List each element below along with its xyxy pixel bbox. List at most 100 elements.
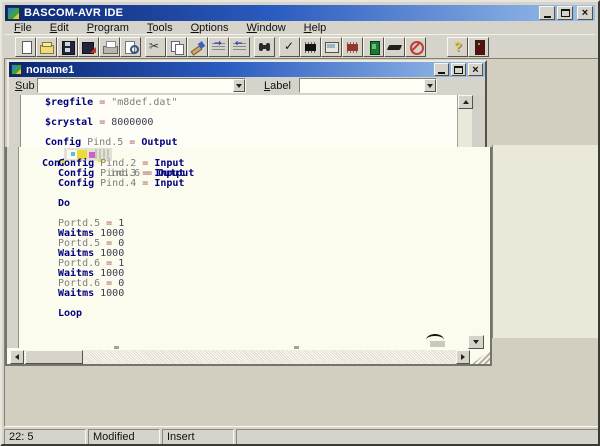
indent-icon	[211, 40, 226, 54]
code-region-a: $regfile = "m8def.dat" $crystal = 800000…	[45, 98, 177, 148]
menu-item-edit[interactable]: Edit	[41, 22, 78, 34]
sub-combobox[interactable]	[37, 78, 246, 93]
code-region-b: Config Pind.2 = InputConfig Pind.3 = Inp…	[58, 159, 184, 319]
label-combobox[interactable]	[299, 78, 437, 93]
hardware-button[interactable]	[384, 37, 405, 57]
lcd-button[interactable]	[363, 37, 384, 57]
resize-grip[interactable]	[472, 350, 490, 364]
code-line: Do	[58, 199, 184, 209]
hardware-icon	[387, 40, 402, 54]
find-button[interactable]	[254, 37, 275, 57]
paint-speck	[114, 346, 119, 349]
new-file-icon	[18, 40, 33, 54]
syntax-check-button[interactable]	[279, 37, 300, 57]
repaint-trail-background	[492, 145, 600, 338]
close-icon: ×	[582, 8, 588, 18]
mdi-area: noname1 × Sub Label	[4, 58, 600, 427]
status-insert-mode: Insert	[162, 429, 234, 445]
indent-button[interactable]	[208, 37, 229, 57]
label-dropdown-button[interactable]	[424, 79, 436, 92]
editor-close-button[interactable]: ×	[468, 63, 483, 76]
print-preview-button[interactable]	[120, 37, 141, 57]
triangle-right-icon	[461, 354, 468, 360]
save-button[interactable]	[57, 37, 78, 57]
help-button[interactable]	[447, 37, 468, 57]
close-button[interactable]: ×	[577, 6, 593, 20]
window-title: BASCOM-AVR IDE	[24, 7, 539, 19]
syntax-check-icon	[282, 40, 297, 54]
save-all-icon	[81, 40, 96, 54]
toolbar-group	[145, 37, 250, 57]
paint-speck	[294, 346, 299, 349]
horizontal-scroll-thumb[interactable]	[25, 350, 83, 364]
editor-minimize-button[interactable]	[434, 63, 449, 76]
copy-icon	[169, 40, 184, 54]
simulate-button[interactable]	[321, 37, 342, 57]
program-chip-icon	[345, 40, 360, 54]
editor-maximize-button[interactable]	[451, 63, 466, 76]
label-label: Label	[264, 80, 291, 92]
unindent-button[interactable]	[229, 37, 250, 57]
compile-chip-icon	[303, 40, 318, 54]
scroll-right-button[interactable]	[456, 350, 470, 364]
unindent-icon	[232, 40, 247, 54]
open-folder-icon	[39, 40, 54, 54]
toolbar-group	[254, 37, 275, 57]
minimize-button[interactable]	[539, 6, 555, 20]
menu-item-file[interactable]: File	[5, 22, 41, 34]
toolbar	[5, 34, 595, 58]
save-icon	[60, 40, 75, 54]
smudge-artifact	[426, 334, 444, 340]
print-preview-icon	[123, 40, 138, 54]
editor-window-controls: ×	[434, 63, 483, 76]
editor-window-title: noname1	[26, 64, 434, 76]
triangle-left-icon	[12, 354, 19, 360]
code-line: Config Pind.4 = Input	[58, 179, 184, 189]
find-icon	[257, 40, 272, 54]
horizontal-scrollbar[interactable]	[10, 350, 470, 364]
maximize-icon	[561, 9, 570, 17]
code-line: $crystal = 8000000	[45, 118, 177, 128]
menu-item-options[interactable]: Options	[182, 22, 238, 34]
stop-icon	[408, 40, 423, 54]
title-bar: BASCOM-AVR IDE ×	[5, 5, 595, 21]
minimize-icon	[438, 72, 445, 74]
minimize-icon	[544, 16, 551, 18]
paste-brush-icon	[190, 40, 205, 54]
menu-item-window[interactable]: Window	[238, 22, 295, 34]
label-combobox-value	[300, 79, 436, 81]
triangle-up-icon	[463, 97, 469, 104]
sub-dropdown-button[interactable]	[233, 79, 245, 92]
close-icon: ×	[472, 65, 478, 75]
maximize-icon	[454, 66, 463, 74]
simulate-icon	[324, 40, 339, 54]
menu-item-program[interactable]: Program	[78, 22, 138, 34]
new-file-button[interactable]	[15, 37, 36, 57]
chevron-down-icon	[236, 84, 242, 91]
maximize-button[interactable]	[557, 6, 573, 20]
scroll-up-button[interactable]	[458, 95, 473, 109]
toolbar-group	[15, 37, 141, 57]
open-folder-button[interactable]	[36, 37, 57, 57]
menu-item-tools[interactable]: Tools	[138, 22, 182, 34]
window-controls: ×	[539, 6, 593, 20]
menu-bar: FileEditProgramToolsOptionsWindowHelp	[5, 21, 595, 34]
status-message	[236, 429, 600, 445]
scroll-left-button[interactable]	[10, 350, 24, 364]
paste-brush-button[interactable]	[187, 37, 208, 57]
menu-item-help[interactable]: Help	[295, 22, 336, 34]
compile-chip-button[interactable]	[300, 37, 321, 57]
lcd-icon	[366, 40, 381, 54]
editor-title-bar: noname1 ×	[9, 62, 485, 77]
cut-button[interactable]	[145, 37, 166, 57]
program-chip-button[interactable]	[342, 37, 363, 57]
app-window: BASCOM-AVR IDE × FileEditProgramToolsOpt…	[0, 0, 600, 446]
exit-button[interactable]	[468, 37, 489, 57]
copy-button[interactable]	[166, 37, 187, 57]
scroll-down-button[interactable]	[468, 335, 484, 349]
stop-button[interactable]	[405, 37, 426, 57]
code-line: $regfile = "m8def.dat"	[45, 98, 177, 108]
print-button[interactable]	[99, 37, 120, 57]
status-bar: 22: 5ModifiedInsert	[4, 427, 600, 446]
save-all-button[interactable]	[78, 37, 99, 57]
